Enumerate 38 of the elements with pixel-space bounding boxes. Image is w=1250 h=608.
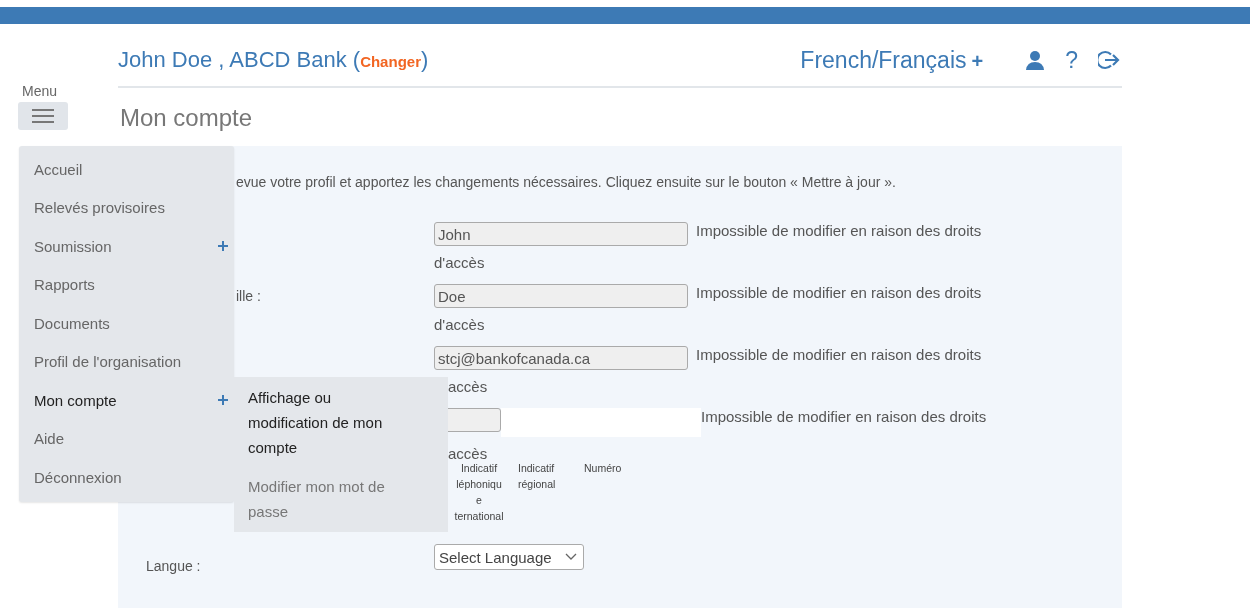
user-name: John Doe , ABCD Bank (Changer): [118, 47, 429, 73]
field-note: Impossible de modifier en raison des droits: [701, 408, 987, 425]
phone-label: Numéro: [584, 461, 623, 476]
menu-label: Menu: [22, 83, 59, 99]
field-label: ille :: [236, 288, 261, 304]
intro-text: evue votre profil et apportez les changements nécessaires. Cliquez ensuite sur le bouton « Mettre à jour ».: [236, 174, 897, 190]
menu-item[interactable]: Soumission: [19, 227, 234, 266]
phone-label: Indicatif léphoniqu e ternational: [453, 461, 505, 524]
menu-button[interactable]: [18, 102, 68, 130]
field-note: Impossible de modifier en raison des droits: [696, 346, 982, 363]
input-field[interactable]: [501, 408, 701, 437]
field-note: d'accès: [434, 254, 485, 271]
chevron-icon: [565, 553, 577, 561]
language-selector[interactable]: French/Français +: [800, 46, 984, 74]
submenu-item[interactable]: Modifier mon mot de passe: [234, 472, 448, 526]
menu-item[interactable]: Relevés provisoires: [19, 188, 234, 227]
logout-icon[interactable]: [1098, 50, 1120, 70]
field-note: accès: [448, 445, 488, 462]
menu-item[interactable]: Mon compte: [19, 381, 234, 420]
menu-icon: [32, 109, 54, 123]
page-title: Mon compte: [119, 103, 254, 133]
field-note: Impossible de modifier en raison des droits: [696, 222, 982, 239]
phone-label: Indicatif régional: [518, 461, 557, 492]
help-icon[interactable]: ?: [1065, 46, 1078, 74]
field-note: d'accès: [434, 316, 485, 333]
menu-item[interactable]: Documents: [19, 304, 234, 343]
field-label: Langue :: [146, 558, 201, 574]
submenu-item[interactable]: Affichage ou modification de mon compte: [234, 383, 448, 462]
menu-item[interactable]: Profil de l'organisation: [19, 342, 234, 381]
menu-item[interactable]: Déconnexion: [19, 458, 234, 497]
user-icon[interactable]: [1025, 50, 1046, 70]
menu-item[interactable]: Rapports: [19, 265, 234, 304]
language-dropdown[interactable]: Select Language: [434, 544, 584, 570]
menu-item[interactable]: Aide: [19, 419, 234, 458]
field-note: accès: [448, 378, 488, 395]
menu-item[interactable]: Accueil: [19, 150, 234, 189]
field-note: Impossible de modifier en raison des droits: [696, 284, 982, 301]
change-link[interactable]: Changer: [360, 53, 421, 70]
